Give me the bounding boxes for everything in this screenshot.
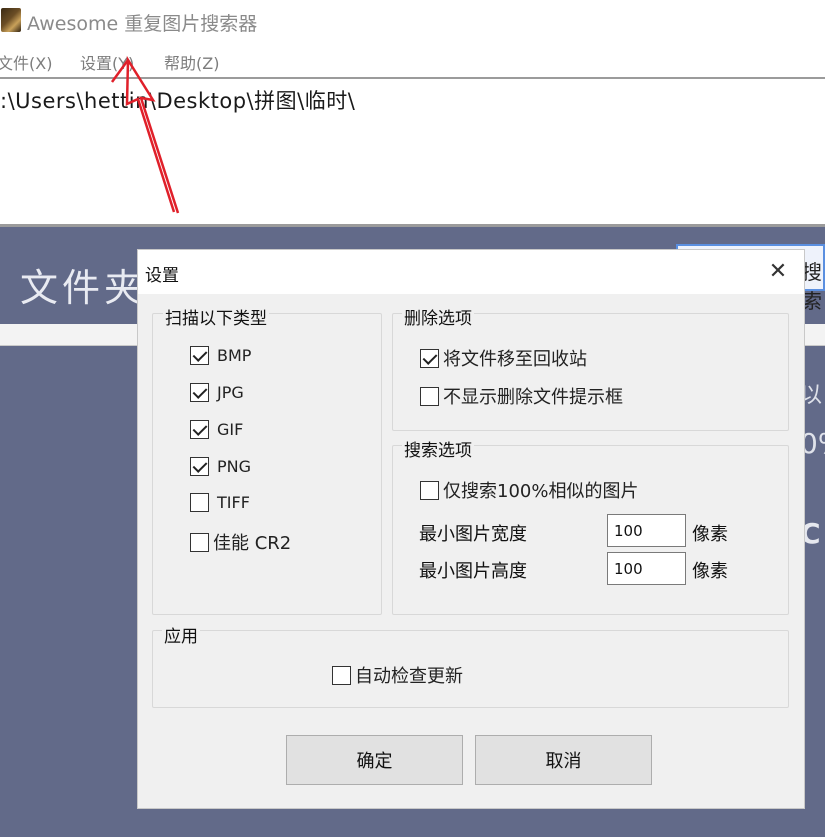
search-options-legend: 搜索选项 bbox=[402, 436, 474, 461]
app-icon bbox=[1, 8, 21, 32]
checkbox-box[interactable] bbox=[190, 383, 209, 402]
cancel-button[interactable]: 取消 bbox=[475, 735, 652, 785]
checkbox-bmp[interactable]: BMP bbox=[190, 346, 251, 365]
checkbox-gif[interactable]: GIF bbox=[190, 420, 243, 439]
checkbox-box[interactable] bbox=[420, 348, 439, 368]
scan-types-legend: 扫描以下类型 bbox=[163, 304, 269, 329]
checkbox-png[interactable]: PNG bbox=[190, 457, 251, 476]
window-title: Awesome 重复图片搜索器 bbox=[27, 13, 258, 35]
settings-dialog: 设置 ✕ 扫描以下类型 BMP JPG GIF PNG TIFF 佳能 CR2 … bbox=[138, 250, 804, 808]
checkbox-box[interactable] bbox=[190, 493, 209, 512]
menu-file[interactable]: 文件(X) bbox=[0, 50, 52, 74]
min-width-label: 最小图片宽度 bbox=[419, 524, 527, 545]
checkbox-tiff[interactable]: TIFF bbox=[190, 493, 250, 512]
checkbox-label: 将文件移至回收站 bbox=[443, 349, 587, 370]
checkbox-box[interactable] bbox=[420, 386, 439, 406]
window-titlebar: Awesome 重复图片搜索器 bbox=[0, 0, 825, 44]
checkbox-auto-update[interactable]: 自动检查更新 bbox=[332, 662, 463, 688]
checkbox-label: 自动检查更新 bbox=[355, 666, 463, 687]
folder-label: 文件夹 bbox=[20, 266, 147, 310]
dialog-titlebar: 设置 ✕ bbox=[138, 250, 804, 294]
checkbox-canon-cr2[interactable]: 佳能 CR2 bbox=[190, 529, 291, 555]
scan-types-group bbox=[152, 313, 382, 615]
min-height-label: 最小图片高度 bbox=[419, 561, 527, 582]
search-button-label: 搜索 bbox=[802, 260, 822, 313]
checkbox-box[interactable] bbox=[190, 346, 209, 365]
menu-bar: 文件(X) 设置(Y) 帮助(Z) bbox=[0, 44, 825, 77]
delete-options-group bbox=[392, 313, 789, 431]
checkbox-box[interactable] bbox=[190, 420, 209, 439]
min-height-unit: 像素 bbox=[692, 561, 728, 582]
checkbox-label: TIFF bbox=[217, 493, 250, 512]
checkbox-label: JPG bbox=[217, 383, 244, 402]
folder-path-box[interactable]: :\Users\hettin\Desktop\拼图\临时\ bbox=[0, 77, 825, 227]
app-group bbox=[152, 630, 789, 708]
close-icon[interactable]: ✕ bbox=[758, 254, 798, 290]
checkbox-box[interactable] bbox=[190, 457, 209, 476]
checkbox-label: 不显示删除文件提示框 bbox=[443, 387, 623, 408]
checkbox-label: 佳能 CR2 bbox=[213, 533, 292, 554]
min-height-input[interactable] bbox=[607, 552, 686, 585]
menu-settings[interactable]: 设置(Y) bbox=[80, 50, 134, 74]
folder-path-text: :\Users\hettin\Desktop\拼图\临时\ bbox=[0, 89, 356, 113]
min-width-unit: 像素 bbox=[692, 524, 728, 545]
checkbox-move-to-recycle-bin[interactable]: 将文件移至回收站 bbox=[420, 345, 587, 371]
checkbox-box[interactable] bbox=[332, 665, 351, 685]
menu-help[interactable]: 帮助(Z) bbox=[164, 50, 219, 74]
delete-options-legend: 删除选项 bbox=[402, 304, 474, 329]
min-width-input[interactable] bbox=[607, 514, 686, 547]
checkbox-label: PNG bbox=[217, 457, 252, 476]
ok-button[interactable]: 确定 bbox=[286, 735, 463, 785]
checkbox-label: BMP bbox=[217, 346, 252, 365]
checkbox-box[interactable] bbox=[420, 480, 439, 500]
checkbox-box[interactable] bbox=[190, 532, 209, 552]
checkbox-only-100-similar[interactable]: 仅搜索100%相似的图片 bbox=[420, 477, 638, 503]
checkbox-label: GIF bbox=[217, 420, 244, 439]
dialog-title: 设置 bbox=[145, 266, 179, 286]
checkbox-jpg[interactable]: JPG bbox=[190, 383, 244, 402]
checkbox-no-delete-prompt[interactable]: 不显示删除文件提示框 bbox=[420, 383, 623, 409]
checkbox-label: 仅搜索100%相似的图片 bbox=[443, 481, 639, 502]
app-legend: 应用 bbox=[162, 622, 200, 647]
